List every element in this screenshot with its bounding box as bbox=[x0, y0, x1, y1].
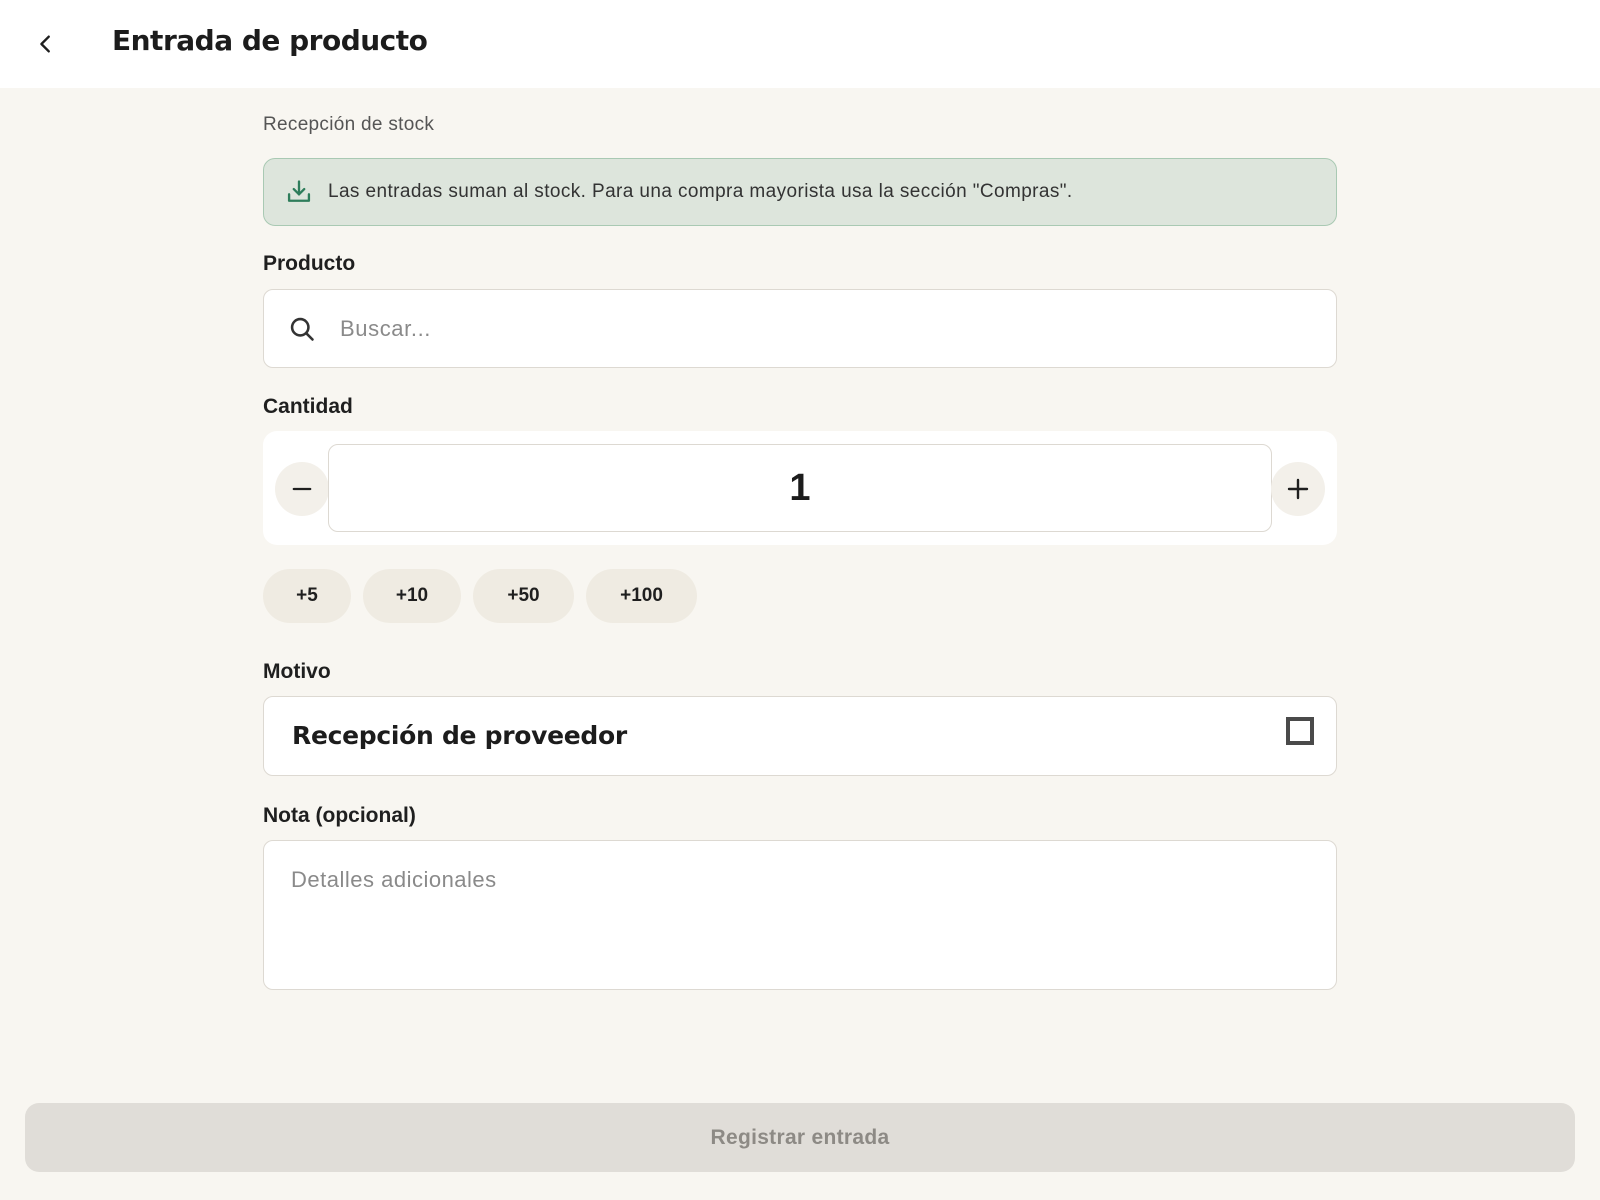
page-title: Entrada de producto bbox=[112, 24, 428, 57]
product-search-input[interactable] bbox=[340, 315, 1240, 342]
quantity-label: Cantidad bbox=[263, 395, 353, 418]
reason-selected-value: Recepción de proveedor bbox=[292, 721, 627, 750]
increment-button[interactable] bbox=[1271, 462, 1325, 516]
product-search-field[interactable] bbox=[263, 289, 1337, 368]
submit-button[interactable]: Registrar entrada bbox=[25, 1103, 1575, 1172]
quick-add-100-button[interactable]: +100 bbox=[586, 569, 697, 623]
square-icon bbox=[1286, 717, 1314, 745]
info-banner-text: Las entradas suman al stock. Para una co… bbox=[328, 181, 1073, 202]
section-label: Recepción de stock bbox=[263, 114, 435, 135]
note-label: Nota (opcional) bbox=[263, 804, 416, 827]
minus-icon bbox=[292, 487, 312, 491]
app-header: Entrada de producto bbox=[0, 0, 1600, 88]
quantity-input[interactable]: 1 bbox=[328, 444, 1272, 532]
note-textarea[interactable] bbox=[263, 840, 1337, 990]
reason-select[interactable]: Recepción de proveedor bbox=[263, 696, 1337, 776]
quantity-stepper: 1 bbox=[263, 431, 1337, 545]
product-label: Producto bbox=[263, 252, 356, 275]
info-banner: Las entradas suman al stock. Para una co… bbox=[263, 158, 1337, 226]
quick-add-10-button[interactable]: +10 bbox=[363, 569, 461, 623]
reason-label: Motivo bbox=[263, 660, 331, 683]
plus-icon bbox=[1287, 478, 1309, 500]
download-tray-icon bbox=[284, 177, 314, 207]
quick-add-50-button[interactable]: +50 bbox=[473, 569, 574, 623]
quick-add-5-button[interactable]: +5 bbox=[263, 569, 351, 623]
chevron-left-icon bbox=[40, 35, 50, 53]
back-button[interactable] bbox=[24, 22, 68, 66]
search-icon bbox=[286, 313, 318, 345]
decrement-button[interactable] bbox=[275, 462, 329, 516]
quick-add-chips: +5 +10 +50 +100 bbox=[263, 569, 697, 623]
